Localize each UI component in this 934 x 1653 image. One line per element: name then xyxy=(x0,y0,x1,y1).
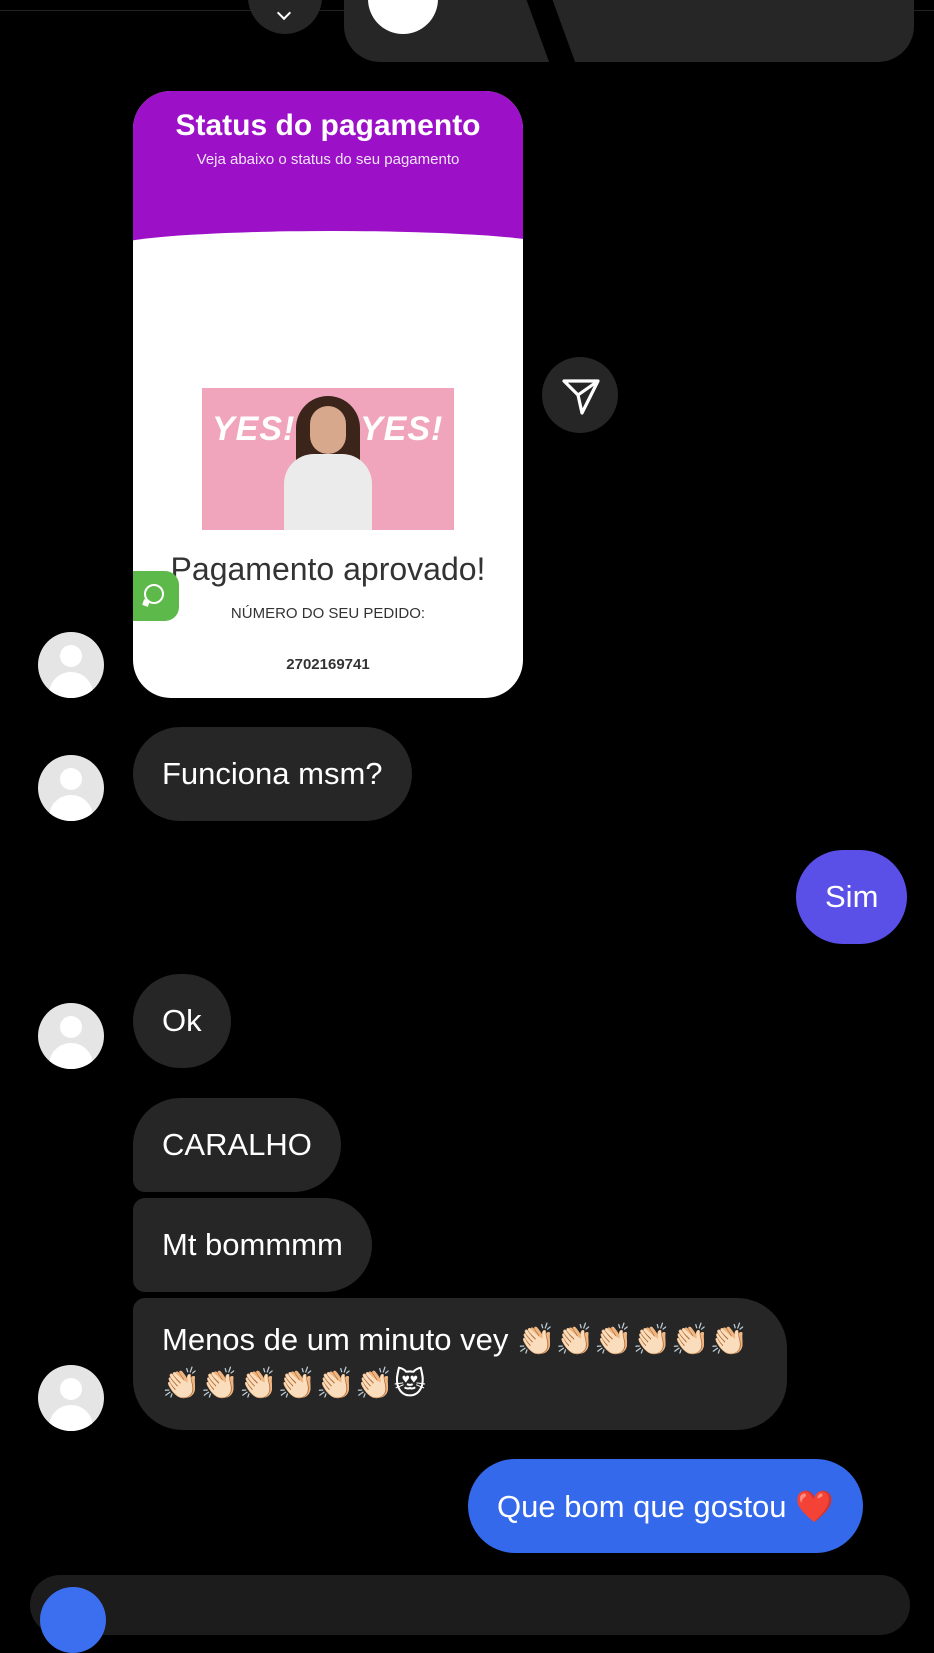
avatar[interactable] xyxy=(38,755,104,821)
avatar[interactable] xyxy=(38,1365,104,1431)
order-number-value: 2702169741 xyxy=(286,656,370,673)
previous-message-media xyxy=(368,0,438,34)
card-header: Status do pagamento Veja abaixo o status… xyxy=(133,91,523,271)
message-bubble-incoming[interactable]: Mt bommmm xyxy=(133,1198,372,1292)
message-text: CARALHO xyxy=(162,1127,312,1162)
message-text: Menos de um minuto vey 👏🏻👏🏻👏🏻👏🏻👏🏻👏🏻👏🏻👏🏻👏… xyxy=(162,1322,749,1401)
message-text: Que bom que gostou ❤️ xyxy=(497,1488,834,1524)
avatar[interactable] xyxy=(38,1003,104,1069)
message-text: Sim xyxy=(825,879,879,914)
chevron-down-icon xyxy=(276,5,292,21)
message-bubble-outgoing[interactable]: Sim xyxy=(796,850,908,944)
gif-text-right: YES! xyxy=(360,410,444,448)
whatsapp-icon xyxy=(144,584,164,604)
message-bubble-incoming[interactable]: Menos de um minuto vey 👏🏻👏🏻👏🏻👏🏻👏🏻👏🏻👏🏻👏🏻👏… xyxy=(133,1298,787,1430)
previous-message-bubble[interactable] xyxy=(344,0,914,62)
message-text: Mt bommmm xyxy=(162,1227,343,1262)
message-composer[interactable] xyxy=(30,1575,910,1635)
chevron-down-button[interactable] xyxy=(248,0,322,34)
message-text: Ok xyxy=(162,1003,202,1038)
order-number-label: NÚMERO DO SEU PEDIDO: xyxy=(230,605,426,622)
message-bubble-incoming[interactable]: CARALHO xyxy=(133,1098,341,1192)
card-title: Status do pagamento xyxy=(175,109,481,142)
message-bubble-incoming[interactable]: Ok xyxy=(133,974,231,1068)
payment-approved-text: Pagamento aprovado! xyxy=(170,551,486,587)
camera-button[interactable] xyxy=(40,1587,106,1653)
avatar[interactable] xyxy=(38,632,104,698)
gif-text-left: YES! xyxy=(212,410,296,448)
payment-status-image[interactable]: Status do pagamento Veja abaixo o status… xyxy=(133,91,523,698)
message-bubble-incoming[interactable]: Funciona msm? xyxy=(133,727,412,821)
message-bubble-outgoing[interactable]: Que bom que gostou ❤️ xyxy=(468,1459,863,1553)
card-subtitle: Veja abaixo o status do seu pagamento xyxy=(196,151,460,168)
paper-plane-icon xyxy=(562,379,600,415)
whatsapp-button[interactable] xyxy=(133,571,179,621)
yes-yes-gif: YES! YES! xyxy=(202,388,454,530)
message-text: Funciona msm? xyxy=(162,756,383,791)
share-button[interactable] xyxy=(542,357,618,433)
